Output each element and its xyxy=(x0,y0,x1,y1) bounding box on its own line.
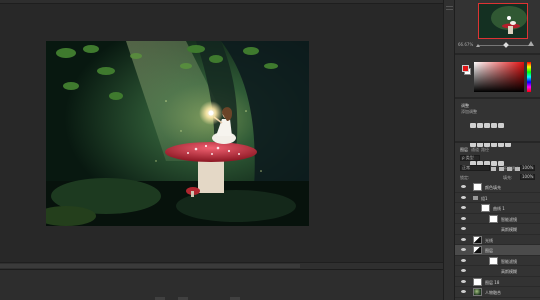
layer-name[interactable]: 颜色填充 xyxy=(485,185,501,191)
layer-thumbnail xyxy=(473,235,482,244)
layer-row[interactable]: 智能滤镜 xyxy=(455,214,540,224)
scrollbar-thumb[interactable] xyxy=(0,264,300,268)
eye-icon[interactable] xyxy=(461,195,466,199)
mountain-small-icon[interactable] xyxy=(476,44,480,47)
adjustment-filter-icon[interactable] xyxy=(491,167,496,171)
layer-row[interactable]: 颜色填充 xyxy=(455,182,540,193)
curves-icon[interactable] xyxy=(484,123,490,128)
panel-divider xyxy=(455,97,540,99)
exposure-icon[interactable] xyxy=(491,123,497,128)
layer-row[interactable]: 高斯模糊 xyxy=(455,224,540,235)
layer-thumbnail xyxy=(473,288,482,296)
layer-thumbnail xyxy=(473,246,482,254)
status-bar xyxy=(0,269,443,300)
eye-icon[interactable] xyxy=(461,269,466,272)
opacity-field[interactable]: 100% xyxy=(520,165,535,171)
layer-name[interactable]: 高斯模糊 xyxy=(501,269,517,275)
document-tab-strip xyxy=(0,0,443,4)
image-canvas[interactable] xyxy=(46,41,309,226)
eye-icon[interactable] xyxy=(461,227,466,230)
collapse-grip[interactable] xyxy=(446,9,453,10)
layer-row[interactable]: 人物融合 xyxy=(455,287,540,298)
vibrance-icon[interactable] xyxy=(498,123,504,128)
fill-field[interactable]: 100% xyxy=(520,174,535,180)
blend-mode-select[interactable]: 正常 xyxy=(460,165,490,171)
eye-icon[interactable] xyxy=(461,279,466,283)
panel-divider xyxy=(455,141,540,143)
panel-icon-strip[interactable] xyxy=(443,0,455,300)
color-picker-field[interactable] xyxy=(474,62,524,92)
eye-icon[interactable] xyxy=(461,258,466,262)
navigator-thumbnail[interactable] xyxy=(478,3,528,39)
layer-name[interactable]: 智能滤镜 xyxy=(501,259,517,265)
layer-thumbnail xyxy=(481,204,490,212)
brightness-icon[interactable] xyxy=(470,123,476,128)
layer-name[interactable]: 光线 xyxy=(485,238,493,244)
eye-icon[interactable] xyxy=(461,248,466,251)
eye-icon[interactable] xyxy=(461,237,466,241)
tab-channels[interactable]: 通道 xyxy=(471,147,479,153)
hue-slider[interactable] xyxy=(527,62,531,92)
layer-kind-filter[interactable]: ρ 类型 xyxy=(460,155,480,161)
levels-icon[interactable] xyxy=(477,123,483,128)
fill-label: 填充: xyxy=(503,175,513,180)
layer-row[interactable]: 组1 xyxy=(455,193,540,203)
tab-layers[interactable]: 图层 xyxy=(460,147,468,153)
layer-name[interactable]: 高斯模糊 xyxy=(501,227,517,233)
zoom-value[interactable]: 66.67% xyxy=(458,42,473,47)
folder-icon[interactable] xyxy=(473,195,478,200)
opacity-label: 不透明度: xyxy=(503,166,521,171)
panel-divider xyxy=(455,53,540,55)
collapse-grip[interactable] xyxy=(446,6,453,7)
layer-thumbnail xyxy=(489,256,498,265)
layer-thumbnail xyxy=(489,214,498,223)
layer-row[interactable]: 曲线 1 xyxy=(455,203,540,214)
eye-icon[interactable] xyxy=(461,185,466,188)
foreground-color-swatch[interactable] xyxy=(462,65,469,72)
layer-row[interactable]: 高斯模糊 xyxy=(455,266,540,277)
layer-list: 颜色填充 组1 曲线 1 智能滤镜 高斯模糊 光线 图层 智能滤镜 高斯模糊 图层 18 人物融合 xyxy=(455,182,540,298)
layer-row[interactable]: 光线 xyxy=(455,235,540,245)
layer-row[interactable]: 智能滤镜 xyxy=(455,256,540,266)
lock-label: 锁定: xyxy=(460,175,470,180)
eye-icon[interactable] xyxy=(461,290,466,293)
layer-name[interactable]: 图层 18 xyxy=(485,280,499,286)
layer-name[interactable]: 智能滤镜 xyxy=(501,217,517,223)
navigator-zoom-row: 66.67% xyxy=(458,42,538,49)
layer-row[interactable]: 图层 xyxy=(455,245,540,256)
layer-name[interactable]: 图层 xyxy=(485,248,493,254)
eye-icon[interactable] xyxy=(461,206,466,209)
eye-icon[interactable] xyxy=(461,216,466,220)
layer-thumbnail xyxy=(473,183,482,191)
layer-name[interactable]: 组1 xyxy=(481,196,488,202)
forest-fairy-artwork xyxy=(46,41,309,226)
document-workspace[interactable] xyxy=(0,0,443,300)
mountain-large-icon[interactable] xyxy=(528,41,534,46)
horizontal-scrollbar[interactable] xyxy=(0,262,443,269)
layer-thumbnail xyxy=(473,277,482,286)
navigator-preview-image xyxy=(479,4,527,38)
layer-name[interactable]: 曲线 1 xyxy=(493,206,505,212)
layer-name[interactable]: 人物融合 xyxy=(485,290,501,296)
tab-paths[interactable]: 路径 xyxy=(481,147,489,153)
layer-row[interactable]: 图层 18 xyxy=(455,277,540,287)
